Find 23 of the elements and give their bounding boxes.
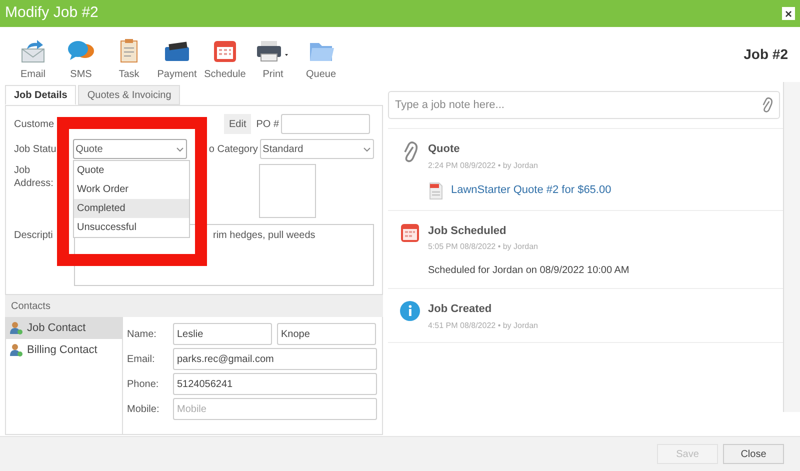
note-placeholder: Type a job note here... (395, 98, 504, 113)
entry-title: Job Scheduled (428, 224, 508, 238)
select-value: Quote (76, 142, 103, 156)
entry-meta: 2:24 PM 08/9/2022 • by Jordan (428, 160, 539, 172)
field-label: Phone: (127, 378, 160, 392)
field-label: Job Address: (14, 164, 54, 191)
contacts-header: Contacts (5, 295, 383, 317)
field-label: Custome (14, 118, 56, 132)
field-label: Job Statu (14, 142, 58, 156)
entry-meta: 5:05 PM 08/8/2022 • by Jordan (428, 241, 539, 253)
window-title: Modify Job #2 (5, 3, 98, 24)
select-value: Standard (262, 142, 304, 156)
field-label: PO # (256, 118, 280, 132)
job-heading: Job #2 (744, 45, 788, 64)
field-label: Mobile: (127, 402, 160, 416)
field-label: Name: (127, 328, 158, 342)
entry-text: Scheduled for Jordan on 08/9/2022 10:00 AM (428, 264, 630, 278)
field-label: Email: (127, 352, 156, 366)
entry-meta: 4:51 PM 08/8/2022 • by Jordan (428, 320, 538, 332)
entry-title: Quote (428, 142, 461, 157)
field-label: o Category (208, 142, 259, 156)
field-label: Descripti (14, 229, 54, 243)
entry-title: Job Created (428, 302, 493, 317)
